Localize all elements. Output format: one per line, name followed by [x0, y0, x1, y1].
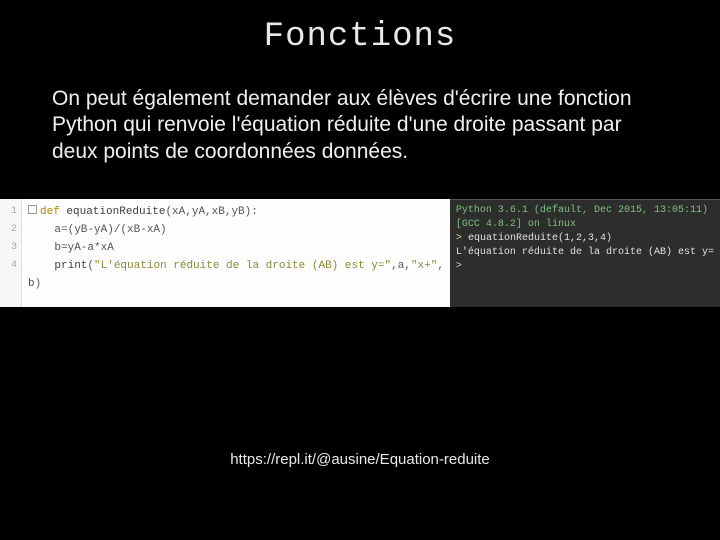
code-line: a=(yB-yA)/(xB-xA): [28, 221, 444, 239]
line-number: 3: [0, 239, 17, 257]
editor-content: def equationReduite(xA,yA,xB,yB): a=(yB-…: [22, 199, 450, 307]
line-number: 4: [0, 257, 17, 275]
terminal-line: Python 3.6.1 (default, Dec 2015, 13:05:1…: [456, 204, 720, 218]
terminal-panel: Python 3.6.1 (default, Dec 2015, 13:05:1…: [450, 199, 720, 307]
code-screenshot-row: 1 2 3 4 def equationReduite(xA,yA,xB,yB)…: [0, 199, 720, 307]
terminal-line: > equationReduite(1,2,3,4): [456, 232, 720, 246]
code-line: b=yA-a*xA: [28, 239, 444, 257]
terminal-line: [GCC 4.8.2] on linux: [456, 218, 720, 232]
code-line: def equationReduite(xA,yA,xB,yB):: [28, 203, 444, 221]
fold-icon: [28, 205, 37, 214]
terminal-line: >: [456, 260, 720, 274]
line-number: 2: [0, 221, 17, 239]
code-line: print("L'équation réduite de la droite (…: [28, 257, 444, 275]
code-editor-panel: 1 2 3 4 def equationReduite(xA,yA,xB,yB)…: [0, 199, 450, 307]
line-number-gutter: 1 2 3 4: [0, 199, 22, 307]
code-line: b): [28, 275, 444, 293]
terminal-line: L'équation réduite de la droite (AB) est…: [456, 246, 720, 260]
source-link: https://repl.it/@ausine/Equation-reduite: [0, 451, 720, 468]
body-paragraph: On peut également demander aux élèves d'…: [0, 86, 720, 165]
line-number: 1: [0, 203, 17, 221]
slide-title: Fonctions: [0, 0, 720, 72]
